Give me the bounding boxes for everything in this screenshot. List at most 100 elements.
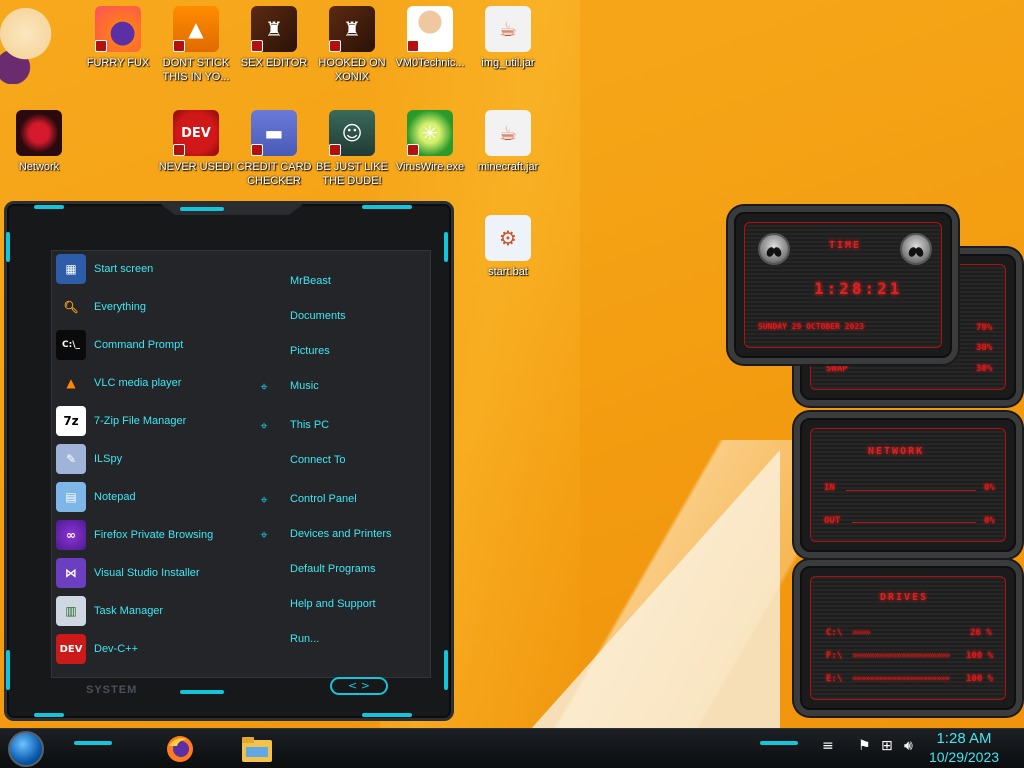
shortcut-arrow-icon [173, 144, 185, 156]
start-menu-program-label: Everything [94, 301, 146, 313]
start-menu-program-item[interactable]: ▲ VLC media player [56, 367, 256, 399]
7zip-icon: 7z [56, 406, 86, 436]
volume-icon[interactable]: 🔊︎ [904, 738, 913, 754]
expand-arrow-icon[interactable]: ⌖ [258, 528, 270, 541]
batch-gear-icon: ⚙ [485, 215, 531, 261]
start-menu-place-item[interactable]: Default Programs [290, 563, 376, 575]
ilspy-icon: ✎ [56, 444, 86, 474]
desktop-icon[interactable]: ✳ VirusWire.exe [391, 110, 469, 174]
drive-usage-bar: »»»» [852, 628, 871, 638]
start-menu-place-item[interactable]: Documents [290, 310, 346, 322]
start-menu-program-item[interactable]: ⋈ Visual Studio Installer [56, 557, 256, 589]
start-menu-place-item[interactable]: Pictures [290, 345, 330, 357]
desktop-icon[interactable]: VM0Technic... [391, 6, 469, 70]
show-hidden-icons-icon[interactable]: ≡ [822, 738, 834, 754]
start-menu-place-item[interactable]: Help and Support [290, 598, 376, 610]
start-menu-place-item[interactable]: Control Panel [290, 493, 357, 505]
drive-usage-bar: »»»»»»»»»»»»»»»»»»»»»» [852, 651, 950, 661]
drives-title: DRIVES [880, 592, 929, 603]
frame-accent [6, 232, 10, 262]
expand-arrow-icon[interactable]: ⌖ [258, 493, 270, 506]
start-menu-program-item[interactable]: ∞ Firefox Private Browsing [56, 519, 256, 551]
desktop-icon-label: Network [18, 161, 60, 173]
shortcut-arrow-icon [251, 40, 263, 52]
shortcut-arrow-icon [329, 40, 341, 52]
desktop-icon[interactable]: ♜ SEX EDITOR [235, 6, 313, 70]
start-menu-place-item[interactable]: Devices and Printers [290, 528, 392, 540]
shortcut-arrow-icon [407, 40, 419, 52]
start-menu-program-item[interactable]: ▤ Notepad [56, 481, 256, 513]
drive-label: E:\ [826, 674, 843, 684]
desktop-icon-label: start.bat [488, 266, 528, 278]
frame-accent [6, 650, 10, 690]
desktop-icon[interactable]: ☕ img_util.jar [469, 6, 547, 70]
drive-usage-bar: »»»»»»»»»»»»»»»»»»»»»» [852, 674, 950, 684]
desktop-icon[interactable]: ♜ HOOKED ON XONIX [313, 6, 391, 84]
firefox-icon [167, 736, 193, 762]
network-tray-icon[interactable]: ⊞ [881, 738, 893, 754]
frame-accent [180, 690, 224, 694]
start-menu-nav-arrows[interactable]: < > [330, 677, 388, 695]
book-icon: ♜ [251, 6, 297, 52]
desktop-character-image [0, 0, 64, 84]
start-menu-program-item[interactable]: ✎ ILSpy [56, 443, 256, 475]
desktop-icon-label: VM0Technic... [395, 57, 465, 69]
desktop-icon[interactable]: Network [0, 110, 78, 174]
system-label: SYSTEM [86, 684, 138, 696]
desktop-icon[interactable]: ▲ DONT STICK THIS IN YO... [157, 6, 235, 84]
start-menu-place-item[interactable]: Connect To [290, 454, 345, 466]
vlc-icon: ▲ [173, 6, 219, 52]
expand-arrow-icon[interactable]: ⌖ [258, 419, 270, 432]
start-button[interactable] [8, 731, 44, 767]
drive-label: F:\ [826, 651, 843, 661]
desktop-icon[interactable]: FURRY FUX [79, 6, 157, 70]
notepad-icon: ▤ [56, 482, 86, 512]
frame-accent [444, 232, 448, 262]
start-menu-place-item[interactable]: Music [290, 380, 319, 392]
book-icon: ♜ [329, 6, 375, 52]
start-menu-place-item[interactable]: MrBeast [290, 275, 331, 287]
wallpaper-shape-highlight [530, 440, 830, 740]
file-explorer-icon [242, 737, 272, 762]
start-menu-program-label: Command Prompt [94, 339, 184, 351]
taskbar-clock[interactable]: 1:28 AM 10/29/2023 [914, 729, 1014, 766]
expand-arrow-icon[interactable]: ⌖ [258, 380, 270, 393]
start-menu-program-item[interactable]: 🔍︎ Everything [56, 291, 256, 323]
alien-logo-icon [758, 233, 790, 265]
start-menu-program-item[interactable]: ▥ Task Manager [56, 595, 256, 627]
start-menu-program-item[interactable]: DEV Dev-C++ [56, 633, 256, 665]
time-clock: 1:28:21 [814, 279, 903, 298]
firefox-icon [95, 6, 141, 52]
desktop-icon[interactable]: ▬ CREDIT CARD CHECKER [235, 110, 313, 188]
desktop-icon[interactable]: ⚙ start.bat [469, 215, 547, 279]
frame-accent [34, 205, 64, 209]
system-value-2: 30% [976, 343, 993, 353]
start-screen-icon: ▦ [56, 254, 86, 284]
network-title: NETWORK [868, 446, 925, 457]
desktop-icon-label: HOOKED ON XONIX [318, 57, 386, 83]
flag-icon[interactable]: ⚑ [858, 738, 871, 754]
desktop-icon[interactable]: ☕ minecraft.jar [469, 110, 547, 174]
frame-accent [362, 713, 412, 717]
desktop-icon-label: VirusWire.exe [395, 161, 465, 173]
shortcut-arrow-icon [251, 144, 263, 156]
start-menu-place-item[interactable]: Run... [290, 633, 319, 645]
desktop-icon[interactable]: DEV NEVER USED! [157, 110, 235, 174]
start-menu-place-item[interactable]: This PC [290, 419, 329, 431]
start-menu-program-item[interactable]: 7z 7-Zip File Manager [56, 405, 256, 437]
start-menu-program-item[interactable]: C:\_ Command Prompt [56, 329, 256, 361]
network-in-value: 0% [984, 483, 995, 493]
swap-label: SWAP [826, 364, 848, 374]
network-icon [16, 110, 62, 156]
system-value-3: 30% [976, 364, 993, 374]
visual-studio-icon: ⋈ [56, 558, 86, 588]
start-menu-program-label: Start screen [94, 263, 154, 275]
start-menu-program-item[interactable]: ▦ Start screen [56, 253, 256, 285]
doctor-icon [407, 6, 453, 52]
taskbar-firefox-button[interactable] [163, 733, 197, 765]
java-icon: ☕ [485, 6, 531, 52]
taskbar-file-explorer-button[interactable] [240, 733, 274, 765]
desktop-icon-label: CREDIT CARD CHECKER [236, 161, 312, 187]
start-menu-program-label: VLC media player [94, 377, 182, 389]
desktop-icon[interactable]: ☺ BE JUST LIKE THE DUDE! [313, 110, 391, 188]
